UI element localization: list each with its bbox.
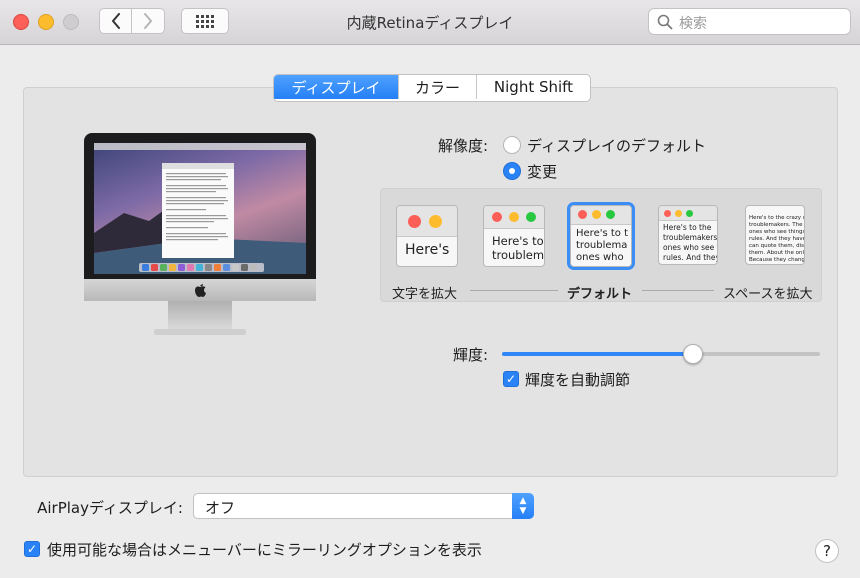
scale-option-2[interactable]: Here's to troublem [483,205,545,267]
thumb-text: Here's to t troublema ones who [576,228,628,263]
tab-display[interactable]: ディスプレイ [274,75,399,99]
brightness-label: 輝度: [452,346,488,364]
option-default-label: ディスプレイのデフォルト [527,137,706,155]
window-title: 内蔵Retinaディスプレイ [346,14,514,32]
minimize-button[interactable] [38,14,54,30]
forward-button[interactable] [132,8,165,34]
auto-brightness-label: 輝度を自動調節 [525,371,631,389]
scale-option-4[interactable]: Here's to the troublemakers. ones who se… [658,205,718,265]
show-all-button[interactable] [181,8,229,34]
search-field[interactable]: 検索 [648,8,851,35]
mirroring-checkbox[interactable]: ✓ [24,541,40,557]
chevron-left-icon [111,13,120,29]
option-scaled-label: 変更 [527,163,558,181]
airplay-popup[interactable]: オフ ▲ ▼ [193,493,534,519]
brightness-slider-fill [502,352,693,356]
imac-stand [168,301,232,331]
scale-left-label: 文字を拡大 [392,287,458,302]
help-button[interactable]: ? [815,539,839,563]
tab-night-shift[interactable]: Night Shift [477,75,590,99]
auto-brightness-checkbox[interactable]: ✓ [503,371,519,387]
airplay-value: オフ [205,499,236,517]
chevron-right-icon [144,13,152,29]
scale-option-1[interactable]: Here's [396,205,458,267]
imac-foot [154,329,246,335]
scale-option-5[interactable]: Here's to the crazy ones troublemakers. … [745,205,805,265]
brightness-slider[interactable] [502,344,820,364]
resolution-label: 解像度: [437,137,488,155]
thumb-text: Here's [405,242,450,258]
zoom-button[interactable] [63,14,79,30]
popup-arrows-icon: ▲ ▼ [512,493,534,519]
brightness-slider-knob[interactable] [683,344,703,364]
scale-option-3-default[interactable]: Here's to t troublema ones who [567,202,635,270]
scale-line-left [470,290,558,291]
thumb-text: Here's to the troublemakers. ones who se… [663,223,717,262]
title-bar: 内蔵Retinaディスプレイ 検索 [0,0,860,45]
imac-wallpaper [94,143,306,274]
tab-bar: ディスプレイ カラー Night Shift [273,74,591,102]
apple-logo-icon [195,284,206,297]
radio-scaled-resolution[interactable] [503,162,521,180]
imac-chin [84,279,316,301]
thumb-text: Here's to the crazy ones troublemakers. … [749,215,804,263]
scale-line-right [642,290,714,291]
grid-icon [196,15,214,28]
scale-center-label: デフォルト [567,287,633,302]
tab-color[interactable]: カラー [399,75,477,99]
scale-right-label: スペースを拡大 [723,287,813,302]
close-button[interactable] [13,14,29,30]
search-placeholder: 検索 [679,16,707,32]
thumb-text: Here's to troublem [492,234,544,262]
airplay-label: AirPlayディスプレイ: [37,499,183,517]
radio-default-resolution[interactable] [503,136,521,154]
wallpaper-landscape [94,143,306,274]
back-button[interactable] [99,8,132,34]
search-icon [657,14,673,30]
mirroring-label: 使用可能な場合はメニューバーにミラーリングオプションを表示 [47,541,482,559]
imac-screen [84,133,316,301]
